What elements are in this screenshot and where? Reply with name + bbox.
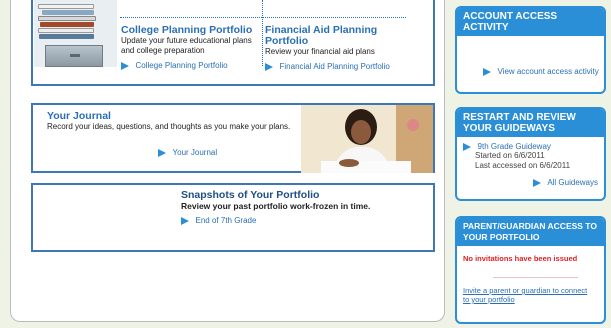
guideways-card: RESTART AND REVIEW YOUR GUIDEWAYS 9th Gr…: [455, 107, 606, 201]
snapshots-desc: Review your past portfolio work-frozen i…: [181, 201, 371, 211]
guideway-last-accessed: Last accessed on 6/6/2011: [475, 161, 571, 170]
portfolio-links-box: College Planning Portfolio Update your f…: [31, 0, 435, 86]
arrow-right-icon: [181, 216, 189, 225]
financial-portfolio-link[interactable]: Financial Aid Planning Portfolio: [280, 62, 390, 71]
snapshot-7th-grade-link[interactable]: End of 7th Grade: [196, 216, 257, 225]
all-guideways-link[interactable]: All Guideways: [547, 178, 598, 187]
main-panel: College Planning Portfolio Update your f…: [10, 0, 445, 322]
arrow-right-icon: [158, 148, 166, 157]
vertical-dotted-divider: [262, 0, 263, 66]
financial-desc: Review your financial aid plans: [265, 47, 375, 56]
arrow-right-icon: [265, 62, 273, 71]
parent-access-heading: PARENT/GUARDIAN ACCESS TO YOUR PORTFOLIO: [457, 218, 604, 246]
arrow-right-icon: [121, 61, 129, 70]
dotted-divider: [120, 17, 406, 18]
arrow-right-icon: [483, 67, 491, 76]
invite-parent-link[interactable]: Invite a parent or guardian to connect t…: [463, 286, 595, 304]
snapshots-box: Snapshots of Your Portfolio Review your …: [31, 183, 435, 252]
guideways-heading: RESTART AND REVIEW YOUR GUIDEWAYS: [457, 109, 604, 137]
college-section: College Planning Portfolio Update your f…: [121, 25, 256, 70]
financial-section: Financial Aid Planning Portfolio Review …: [265, 25, 435, 71]
view-access-activity-link[interactable]: View account access activity: [498, 67, 599, 76]
arrow-right-icon: [532, 178, 541, 187]
guideway-started: Started on 6/6/2011: [475, 151, 545, 160]
guideway-9th-grade-link[interactable]: 9th Grade Guideway: [478, 142, 551, 151]
student-writing-image: [301, 105, 433, 173]
financial-title: Financial Aid Planning Portfolio: [265, 24, 378, 47]
account-access-card: ACCOUNT ACCESS ACTIVITY View account acc…: [455, 6, 606, 94]
journal-box: Your Journal Record your ideas, question…: [31, 103, 435, 173]
college-title: College Planning Portfolio: [121, 24, 253, 36]
account-access-heading: ACCOUNT ACCESS ACTIVITY: [457, 8, 604, 36]
parent-access-card: PARENT/GUARDIAN ACCESS TO YOUR PORTFOLIO…: [455, 216, 606, 324]
college-desc: Update your future educational plans and…: [121, 36, 252, 55]
arrow-right-icon: [463, 142, 471, 151]
invitation-status: No invitations have been issued: [463, 254, 578, 263]
books-stack-image: [34, 0, 117, 67]
journal-desc: Record your ideas, questions, and though…: [47, 122, 291, 131]
journal-title: Your Journal: [47, 110, 111, 122]
snapshots-title: Snapshots of Your Portfolio: [181, 189, 320, 201]
divider-line: [493, 277, 578, 278]
college-portfolio-link[interactable]: College Planning Portfolio: [136, 61, 228, 70]
filing-cabinet: [45, 45, 103, 67]
journal-link[interactable]: Your Journal: [173, 148, 218, 157]
